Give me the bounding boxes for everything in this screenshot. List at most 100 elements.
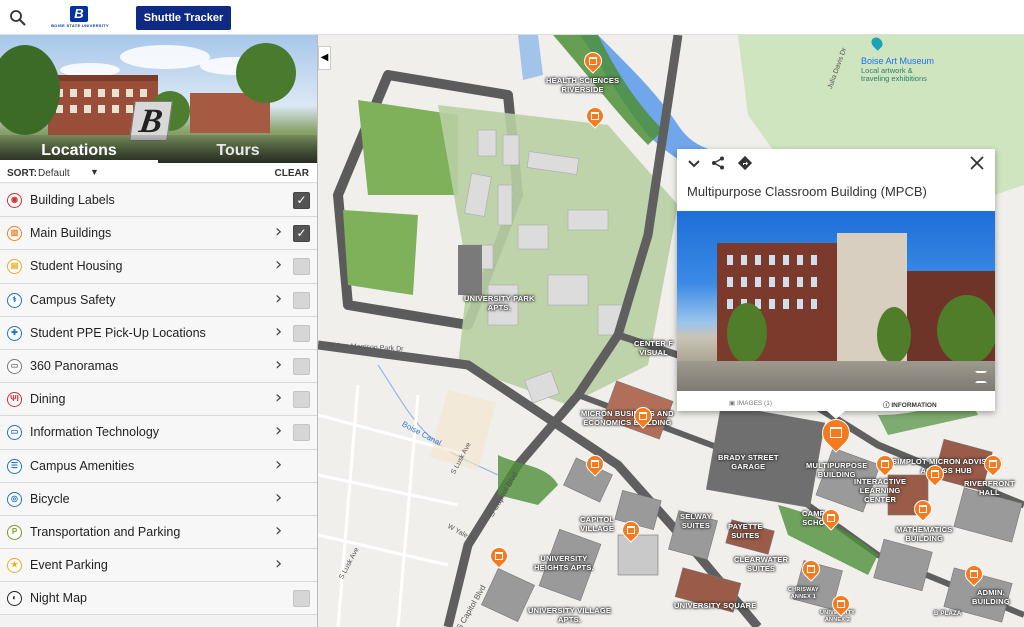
building-pin[interactable] — [926, 465, 942, 485]
building-pin[interactable] — [586, 455, 602, 475]
clear-button[interactable]: CLEAR — [275, 168, 309, 179]
layer-row[interactable]: ★ Event Parking › — [0, 549, 317, 583]
university-logo[interactable]: B BOISE STATE UNIVERSITY — [48, 6, 112, 30]
layer-checkbox[interactable] — [293, 357, 310, 375]
layer-row[interactable]: ▤ Student Housing › — [0, 250, 317, 284]
layer-row[interactable]: ◉ Building Labels ✓ — [0, 184, 317, 218]
caret-down-icon[interactable]: ▼ — [90, 167, 99, 177]
map-label-micron-business[interactable]: MICRON BUSINESS AND ECONOMICS BUILDING — [581, 409, 674, 427]
layer-row[interactable]: P Transportation and Parking › — [0, 515, 317, 550]
layer-checkbox[interactable] — [293, 424, 310, 442]
poi-subtitle-2: traveling exhibitions — [861, 74, 927, 83]
layer-checkbox[interactable] — [293, 590, 310, 608]
layer-checkbox[interactable] — [293, 291, 310, 309]
chevron-right-icon[interactable]: › — [275, 520, 282, 541]
layer-checkbox[interactable] — [293, 391, 310, 409]
map-label-riverfront[interactable]: RIVERFRONT HALL — [964, 479, 1015, 497]
chevron-right-icon[interactable]: › — [275, 321, 282, 342]
building-pin[interactable] — [914, 500, 930, 520]
building-pin[interactable] — [876, 455, 892, 475]
building-pin[interactable] — [490, 547, 506, 567]
layer-label: Student Housing — [30, 259, 123, 274]
map-label-selway[interactable]: SELWAY SUITES — [680, 512, 712, 530]
layer-row[interactable]: ◐ Night Map — [0, 582, 317, 616]
map-label-b-plaza[interactable]: B PLAZA — [934, 610, 961, 619]
map-label-admin[interactable]: ADMIN. BUILDING — [972, 588, 1010, 606]
map-label-mathematics[interactable]: MATHEMATICS BUILDING — [896, 525, 953, 543]
map-label-interactive-learning[interactable]: INTERACTIVE LEARNING CENTER — [854, 477, 906, 504]
layer-row[interactable]: ΨΙ Dining › — [0, 383, 317, 417]
safety-icon: ⚕ — [7, 292, 22, 308]
selected-building-pin[interactable] — [822, 419, 848, 453]
building-pin[interactable] — [802, 560, 818, 580]
building-pin[interactable] — [822, 509, 838, 529]
sort-bar: SORT: Default ▼ CLEAR — [0, 163, 317, 183]
map-label-capitol-village[interactable]: CAPITOL VILLAGE — [580, 515, 614, 533]
tab-locations[interactable]: Locations — [0, 139, 158, 163]
close-icon[interactable] — [969, 155, 985, 171]
expand-icon[interactable] — [975, 371, 987, 383]
building-pin[interactable] — [584, 52, 600, 72]
map-label-brady-garage[interactable]: BRADY STREET GARAGE — [718, 453, 779, 471]
tab-tours[interactable]: Tours — [158, 139, 317, 163]
poi-boise-art-museum[interactable]: Boise Art Museum — [861, 56, 934, 66]
popup-title: Multipurpose Classroom Building (MPCB) — [687, 184, 927, 199]
sort-dropdown[interactable]: Default — [38, 168, 70, 179]
map-label-university-park[interactable]: UNIVERSITY PARK APTS. — [464, 294, 535, 312]
directions-icon[interactable] — [737, 155, 753, 171]
map-label-clearwater[interactable]: CLEARWATER SUITES — [734, 555, 788, 573]
layer-row[interactable]: ▥ Main Buildings › ✓ — [0, 217, 317, 251]
building-pin[interactable] — [622, 521, 638, 541]
amenities-icon: ☰ — [7, 458, 22, 474]
layer-label: Dining — [30, 392, 66, 407]
tab-information[interactable]: ⓘ INFORMATION — [883, 399, 937, 409]
chevron-right-icon[interactable]: › — [275, 387, 282, 408]
building-pin[interactable] — [832, 595, 848, 615]
chevron-right-icon[interactable]: › — [275, 487, 282, 508]
layer-row[interactable]: ✚ Student PPE Pick-Up Locations › — [0, 316, 317, 350]
layer-row[interactable]: ▭ 360 Panoramas › — [0, 349, 317, 384]
layer-checkbox[interactable]: ✓ — [293, 192, 310, 209]
layer-list: ◉ Building Labels ✓ ▥ Main Buildings › ✓ ▤ Stude… — [0, 184, 317, 616]
map-label-chrisway-annex[interactable]: CHRISWAY ANNEX 1 — [788, 587, 819, 601]
tab-images[interactable]: ▣ IMAGES (1) — [729, 399, 772, 407]
building-pin[interactable] — [984, 455, 1000, 475]
collapse-sidebar-button[interactable]: ◀ — [318, 46, 331, 70]
chevron-right-icon[interactable]: › — [275, 254, 282, 275]
chevron-right-icon[interactable]: › — [275, 420, 282, 441]
top-bar: B BOISE STATE UNIVERSITY Shuttle Tracker — [0, 0, 1024, 35]
map-label-university-heights[interactable]: UNIVERSITY HEIGHTS APTS. — [534, 554, 594, 572]
building-photo[interactable] — [677, 211, 995, 391]
map-label-center-visual[interactable]: CENTER F VISUAL — [634, 339, 673, 357]
shuttle-tracker-button[interactable]: Shuttle Tracker — [136, 6, 231, 30]
layer-checkbox[interactable] — [293, 258, 310, 276]
map-label-university-square[interactable]: UNIVERSITY SQUARE — [674, 601, 756, 610]
building-pin[interactable] — [586, 107, 602, 127]
chevron-right-icon[interactable]: › — [275, 221, 282, 242]
sidebar: B Locations Tours SORT: Default ▼ CLEAR … — [0, 35, 318, 627]
building-pin[interactable] — [634, 407, 650, 427]
map-label-university-village[interactable]: UNIVERSITY VILLAGE APTS. — [528, 606, 611, 624]
layer-row[interactable]: ⚕ Campus Safety › — [0, 283, 317, 317]
layer-row[interactable]: ☰ Campus Amenities › — [0, 449, 317, 483]
chevron-right-icon[interactable]: › — [275, 354, 282, 375]
building-pin[interactable] — [965, 565, 981, 585]
layer-label: Main Buildings — [30, 226, 112, 241]
chevron-right-icon[interactable]: › — [275, 553, 282, 574]
layer-checkbox[interactable]: ✓ — [293, 225, 310, 243]
map-label-payette[interactable]: PAYETTE SUITES — [728, 522, 763, 540]
layer-row[interactable]: ◎ Bicycle › — [0, 482, 317, 516]
layer-label: Transportation and Parking — [30, 524, 181, 539]
chevron-down-icon[interactable] — [686, 155, 702, 171]
layer-checkbox[interactable] — [293, 324, 310, 342]
chevron-right-icon[interactable]: › — [275, 454, 282, 475]
parking-icon: P — [7, 524, 22, 540]
layer-row[interactable]: ▭ Information Technology › — [0, 416, 317, 450]
building-popup: Multipurpose Classroom Building (MPCB) ▣… — [677, 149, 995, 419]
share-icon[interactable] — [710, 155, 726, 171]
housing-icon: ▤ — [7, 259, 22, 275]
layer-label: Night Map — [30, 591, 87, 606]
chevron-right-icon[interactable]: › — [275, 288, 282, 309]
map-label-health-sciences[interactable]: HEALTH SCIENCES RIVERSIDE — [546, 76, 619, 94]
search-icon[interactable] — [8, 8, 28, 28]
